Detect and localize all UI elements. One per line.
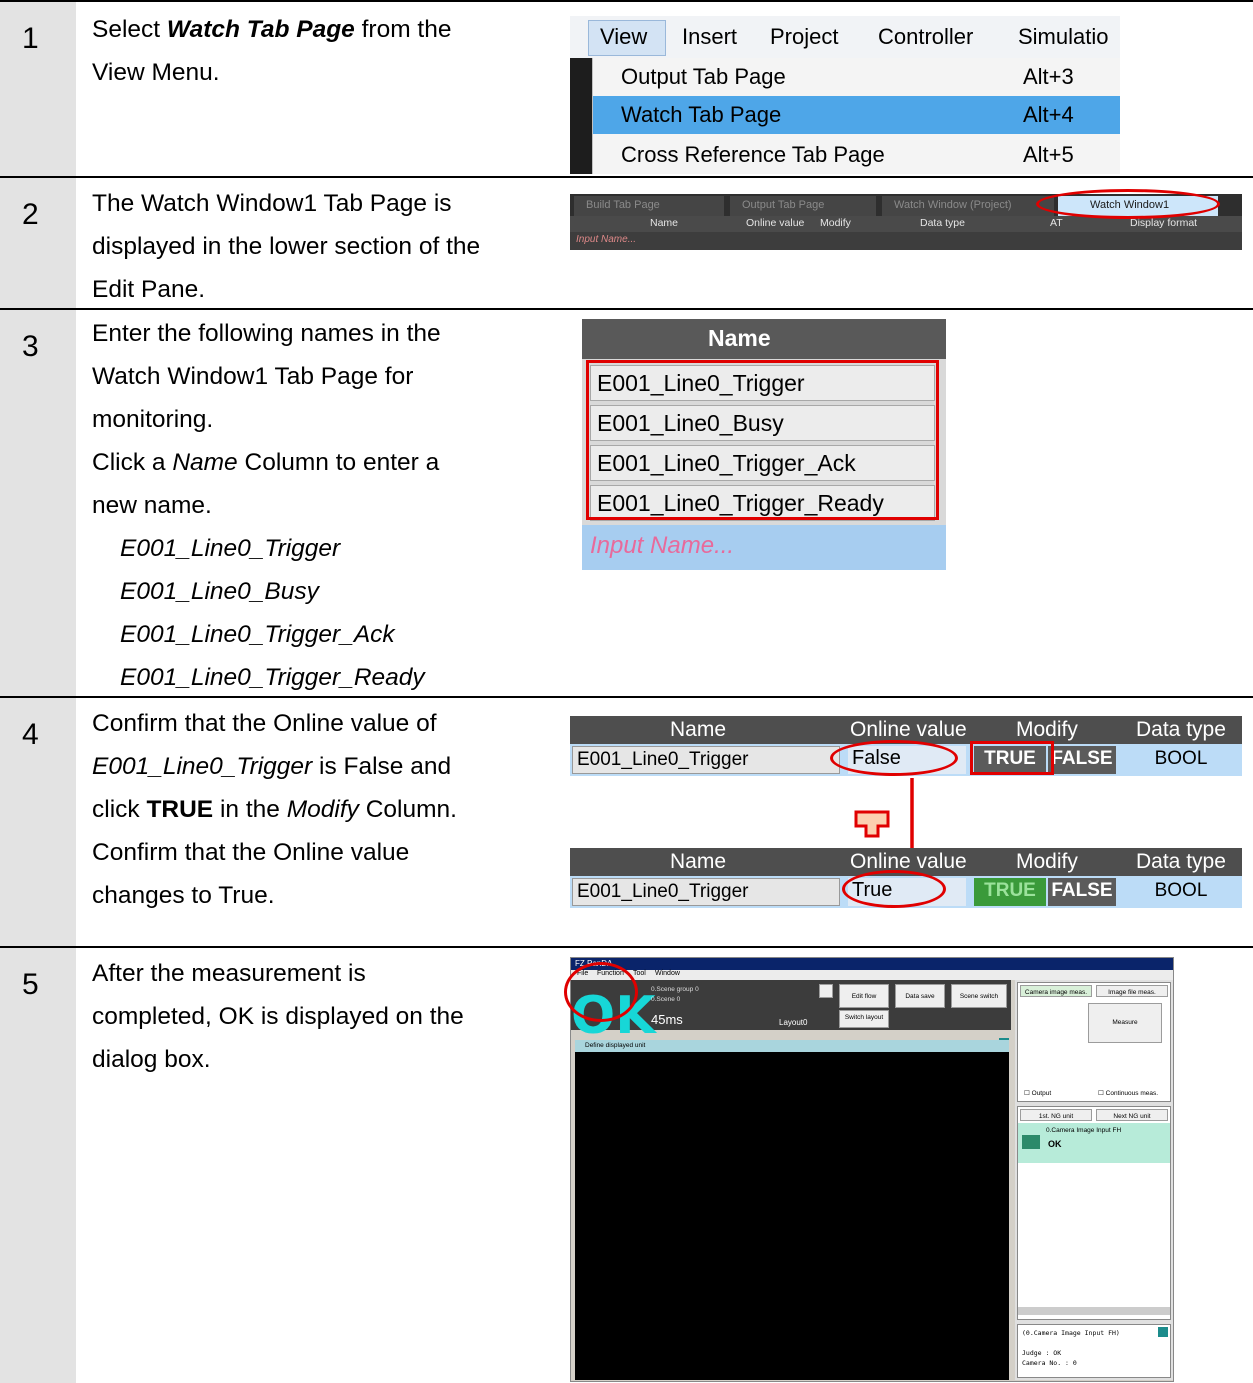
- down-arrow-icon: [854, 810, 890, 838]
- col-name: Name: [650, 217, 679, 229]
- menu-view[interactable]: View: [600, 24, 647, 50]
- fz-icon-button[interactable]: [819, 984, 833, 998]
- annotation-ellipse-ok: [564, 962, 638, 1022]
- name-entry: E001_Line0_Trigger: [120, 535, 341, 562]
- detail-judge: Judge : OK: [1022, 1349, 1062, 1357]
- image-display-area: [575, 1052, 1009, 1380]
- edit-flow-button[interactable]: Edit flow: [839, 984, 889, 1008]
- unit-name: 0.Camera Image Input FH: [1046, 1127, 1122, 1134]
- detail-result-panel: (0.Camera Image Input FH) Judge : OK Cam…: [1017, 1324, 1171, 1378]
- step-text: Enter the following names in the Watch W…: [92, 312, 552, 699]
- menu-item-watch-tab[interactable]: Watch Tab Page Alt+4: [593, 96, 1120, 134]
- tab-image-file-meas[interactable]: Image file meas.: [1096, 985, 1168, 997]
- col-modify: Modify: [1016, 850, 1078, 873]
- measure-time: 45ms: [651, 1012, 683, 1027]
- col-at: AT: [1050, 217, 1063, 229]
- step-number: 4: [22, 718, 39, 751]
- menu-window[interactable]: Window: [655, 970, 680, 977]
- false-button[interactable]: FALSE: [1048, 746, 1116, 774]
- col-name: Name: [670, 850, 727, 873]
- data-type-cell: BOOL: [1120, 746, 1242, 774]
- detail-title: (0.Camera Image Input FH): [1022, 1329, 1120, 1337]
- col-online-value: Online value: [746, 217, 805, 229]
- name-entry: E001_Line0_Trigger_Ready: [120, 664, 425, 691]
- input-name-placeholder: Input Name...: [576, 234, 637, 245]
- menu-bar: View Insert Project Controller Simulatio: [570, 16, 1120, 58]
- input-name-row[interactable]: Input Name...: [570, 232, 1242, 250]
- data-save-button[interactable]: Data save: [895, 984, 945, 1008]
- fz-menu-bar: File Function Tool Window: [571, 970, 1173, 980]
- unit-list-item[interactable]: 0.Camera Image Input FH OK: [1018, 1123, 1170, 1163]
- scene-switch-button[interactable]: Scene switch: [951, 984, 1007, 1008]
- annotation-ellipse-true: [842, 870, 946, 908]
- step-number: 3: [22, 330, 39, 363]
- define-displayed-unit-bar[interactable]: Define displayed unit: [575, 1040, 1009, 1052]
- tab-watch-project[interactable]: Watch Window (Project): [882, 196, 1054, 216]
- annotation-ellipse-watch-tab: [1036, 189, 1220, 219]
- menu-insert[interactable]: Insert: [682, 24, 737, 50]
- col-name: Name: [670, 718, 727, 741]
- menu-controller[interactable]: Controller: [878, 24, 973, 50]
- continuous-meas-checkbox[interactable]: ☐ Continuous meas.: [1098, 1089, 1158, 1097]
- step-text: After the measurement is completed, OK i…: [92, 960, 464, 1073]
- step-text: The Watch Window1 Tab Page is displayed …: [92, 190, 481, 303]
- menu-simulation[interactable]: Simulatio: [1018, 24, 1108, 50]
- fz-panda-window: FZ PanDA File Function Tool Window OK 0.…: [570, 957, 1174, 1382]
- step-number-cell: 5: [0, 948, 76, 1383]
- step-number-cell: 2: [0, 178, 76, 308]
- fz-side-panel: Camera image meas. Image file meas. Meas…: [1015, 980, 1173, 1380]
- name-column-header: Name: [582, 319, 946, 359]
- step-number-cell: 3: [0, 310, 76, 696]
- true-button[interactable]: TRUE: [974, 878, 1046, 906]
- col-data-type: Data type: [1136, 850, 1226, 873]
- view-dropdown: Output Tab Page Alt+3 Watch Tab Page Alt+4…: [592, 58, 1120, 174]
- detail-marker: [1158, 1327, 1168, 1337]
- step-line: View Menu.: [92, 59, 220, 86]
- data-type-cell: BOOL: [1120, 878, 1242, 906]
- layout-label: Layout0: [779, 1018, 808, 1027]
- horizontal-scrollbar[interactable]: [1018, 1307, 1170, 1315]
- measure-panel: Camera image meas. Image file meas. Meas…: [1017, 982, 1171, 1102]
- scene-label: 0.Scene 0: [651, 996, 681, 1003]
- measure-button[interactable]: Measure: [1088, 1003, 1162, 1043]
- col-modify: Modify: [1016, 718, 1078, 741]
- watch-name-cell[interactable]: E001_Line0_Trigger: [572, 746, 840, 774]
- name-entry: E001_Line0_Busy: [120, 578, 319, 605]
- menu-project[interactable]: Project: [770, 24, 838, 50]
- first-ng-unit-button[interactable]: 1st. NG unit: [1020, 1109, 1092, 1121]
- menu-item-output-tab[interactable]: Output Tab Page Alt+3: [593, 58, 1120, 96]
- scene-group: 0.Scene group 0: [651, 986, 699, 993]
- menu-item-cross-reference-tab[interactable]: Cross Reference Tab Page Alt+5: [593, 136, 1120, 174]
- col-modify: Modify: [820, 217, 851, 229]
- tab-output[interactable]: Output Tab Page: [730, 196, 876, 216]
- tab-camera-image-meas[interactable]: Camera image meas.: [1020, 985, 1092, 997]
- step-text: Select Watch Tab Page from the View Menu…: [92, 8, 552, 94]
- input-name-field[interactable]: Input Name...: [582, 525, 946, 570]
- step-number-cell: 1: [0, 2, 76, 176]
- tab-build[interactable]: Build Tab Page: [574, 196, 724, 216]
- col-data-type: Data type: [1136, 718, 1226, 741]
- step-number: 5: [22, 968, 39, 1001]
- step-number-cell: 4: [0, 698, 76, 946]
- camera-icon: [1022, 1135, 1040, 1149]
- window-title: FZ PanDA: [571, 958, 1173, 970]
- step-number: 2: [22, 198, 39, 231]
- detail-camera-no: Camera No. : 0: [1022, 1359, 1077, 1367]
- step-line: Select Watch Tab Page from the: [92, 16, 452, 43]
- unit-list-panel: 1st. NG unit Next NG unit 0.Camera Image…: [1017, 1106, 1171, 1320]
- step-number: 1: [22, 22, 39, 55]
- col-data-type: Data type: [920, 217, 965, 229]
- next-ng-unit-button[interactable]: Next NG unit: [1096, 1109, 1168, 1121]
- step-text: Confirm that the Online value of E001_Li…: [92, 710, 457, 909]
- unit-result: OK: [1048, 1139, 1062, 1149]
- false-button[interactable]: FALSE: [1048, 878, 1116, 906]
- view-menu-screenshot: View Insert Project Controller Simulatio…: [570, 16, 1120, 174]
- menu-tool[interactable]: Tool: [633, 970, 646, 977]
- output-checkbox[interactable]: ☐ Output: [1024, 1089, 1051, 1097]
- name-entry: E001_Line0_Trigger_Ack: [120, 621, 395, 648]
- col-online-value: Online value: [850, 718, 967, 741]
- switch-layout-button[interactable]: Switch layout: [839, 1010, 889, 1028]
- watch-name-cell[interactable]: E001_Line0_Trigger: [572, 878, 840, 906]
- annotation-rect-names: [586, 360, 939, 520]
